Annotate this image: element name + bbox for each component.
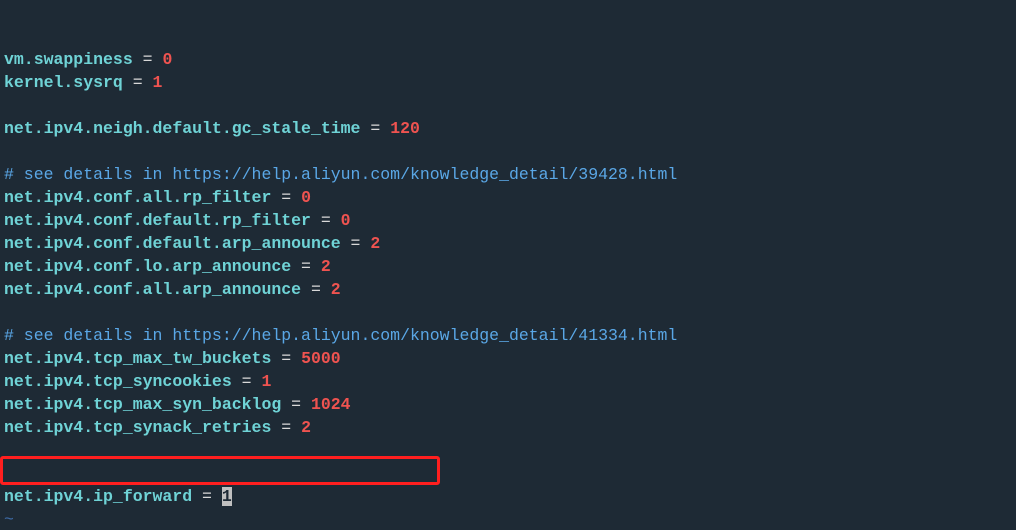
code-line: net.ipv4.conf.lo.arp_announce = 2 [4,255,1012,278]
code-line: net.ipv4.tcp_syncookies = 1 [4,370,1012,393]
equals-sign: = [281,395,311,414]
equals-sign: = [291,257,321,276]
sysctl-value: 2 [301,418,311,437]
sysctl-key: net.ipv4.neigh.default.gc_stale_time [4,119,360,138]
sysctl-key: net.ipv4.tcp_max_tw_buckets [4,349,271,368]
sysctl-key: net.ipv4.conf.default.rp_filter [4,211,311,230]
sysctl-value: 2 [370,234,380,253]
sysctl-key: net.ipv4.conf.all.rp_filter [4,188,271,207]
sysctl-key: vm.swappiness [4,50,133,69]
equals-sign: = [133,50,163,69]
sysctl-value: 2 [321,257,331,276]
sysctl-key: net.ipv4.tcp_synack_retries [4,418,271,437]
code-line [4,301,1012,324]
comment-text: # see details in https://help.aliyun.com… [4,165,677,184]
code-line: net.ipv4.tcp_max_syn_backlog = 1024 [4,393,1012,416]
equals-sign: = [341,234,371,253]
terminal-editor[interactable]: vm.swappiness = 0kernel.sysrq = 1 net.ip… [0,0,1016,530]
sysctl-key: net.ipv4.conf.lo.arp_announce [4,257,291,276]
code-line [4,439,1012,462]
code-line: net.ipv4.conf.all.rp_filter = 0 [4,186,1012,209]
sysctl-value: 0 [301,188,311,207]
sysctl-value: 120 [390,119,420,138]
cursor-value: 1 [222,487,232,506]
code-line: ~ [4,508,1012,530]
sysctl-key: net.ipv4.tcp_max_syn_backlog [4,395,281,414]
sysctl-value: 1 [153,73,163,92]
comment-text: # see details in https://help.aliyun.com… [4,326,677,345]
sysctl-value: 1024 [311,395,351,414]
code-line [4,94,1012,117]
sysctl-key: net.ipv4.conf.default.arp_announce [4,234,341,253]
code-line: net.ipv4.conf.all.arp_announce = 2 [4,278,1012,301]
sysctl-value: 0 [162,50,172,69]
sysctl-value: 2 [331,280,341,299]
vim-empty-line-tilde: ~ [4,510,14,529]
equals-sign: = [271,188,301,207]
code-line [4,140,1012,163]
equals-sign: = [192,487,222,506]
code-line: net.ipv4.tcp_max_tw_buckets = 5000 [4,347,1012,370]
code-line: net.ipv4.conf.default.arp_announce = 2 [4,232,1012,255]
equals-sign: = [123,73,153,92]
code-line: net.ipv4.conf.default.rp_filter = 0 [4,209,1012,232]
equals-sign: = [301,280,331,299]
code-line: net.ipv4.neigh.default.gc_stale_time = 1… [4,117,1012,140]
equals-sign: = [232,372,262,391]
equals-sign: = [271,418,301,437]
sysctl-key: net.ipv4.conf.all.arp_announce [4,280,301,299]
sysctl-value: 5000 [301,349,341,368]
code-line: kernel.sysrq = 1 [4,71,1012,94]
code-line [4,462,1012,485]
equals-sign: = [360,119,390,138]
code-line: # see details in https://help.aliyun.com… [4,163,1012,186]
code-line: # see details in https://help.aliyun.com… [4,324,1012,347]
sysctl-key: net.ipv4.ip_forward [4,487,192,506]
sysctl-key: kernel.sysrq [4,73,123,92]
equals-sign: = [271,349,301,368]
sysctl-value: 1 [261,372,271,391]
code-line: vm.swappiness = 0 [4,48,1012,71]
sysctl-value: 0 [341,211,351,230]
sysctl-key: net.ipv4.tcp_syncookies [4,372,232,391]
code-line: net.ipv4.ip_forward = 1 [4,485,1012,508]
equals-sign: = [311,211,341,230]
code-line: net.ipv4.tcp_synack_retries = 2 [4,416,1012,439]
